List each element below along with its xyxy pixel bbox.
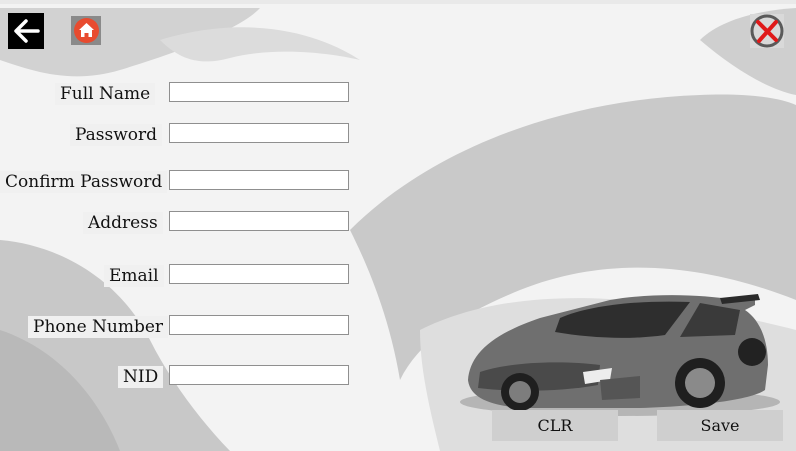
close-button[interactable]	[749, 13, 785, 49]
confirm-password-label: Confirm Password	[0, 171, 168, 193]
home-button[interactable]	[71, 16, 101, 45]
password-label: Password	[70, 124, 163, 146]
clear-button[interactable]: CLR	[492, 410, 618, 441]
address-label: Address	[83, 212, 163, 234]
email-label: Email	[104, 265, 164, 287]
phone-number-input[interactable]	[169, 315, 349, 335]
password-input[interactable]	[169, 123, 349, 143]
full-name-input[interactable]	[169, 82, 349, 102]
address-input[interactable]	[169, 211, 349, 231]
home-icon	[74, 18, 99, 43]
registration-window: Full Name Password Confirm Password Addr…	[0, 0, 796, 451]
email-input[interactable]	[169, 264, 349, 284]
full-name-label: Full Name	[55, 83, 156, 105]
arrow-left-icon	[14, 19, 40, 43]
nid-label: NID	[118, 366, 164, 388]
confirm-password-input[interactable]	[169, 170, 349, 190]
phone-number-label: Phone Number	[28, 316, 169, 338]
close-x-icon	[750, 14, 784, 48]
title-strip	[0, 0, 796, 4]
nid-input[interactable]	[169, 365, 349, 385]
back-button[interactable]	[8, 13, 44, 49]
save-button[interactable]: Save	[657, 410, 783, 441]
